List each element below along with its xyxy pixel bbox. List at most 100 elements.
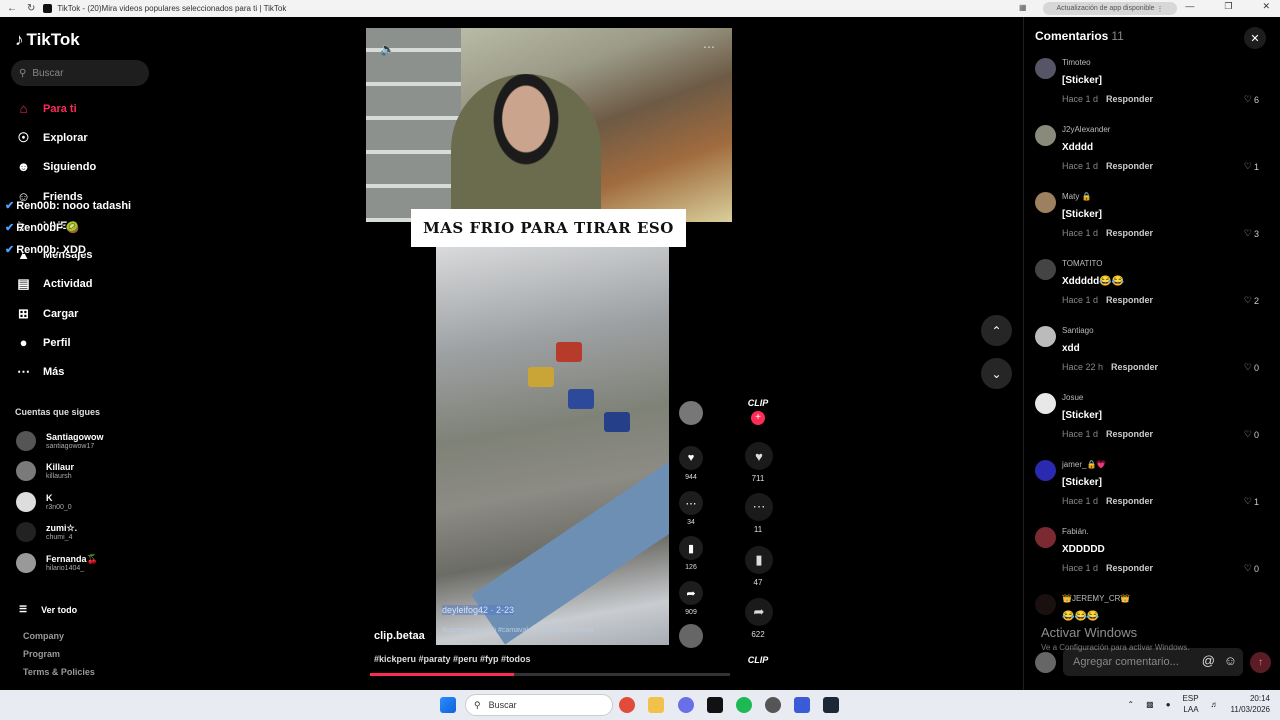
avatar[interactable] <box>1035 58 1056 79</box>
app-icon[interactable] <box>794 697 810 713</box>
search-input[interactable]: ⚲ Buscar <box>11 60 149 86</box>
chrome-icon[interactable] <box>619 697 635 713</box>
music-disc[interactable]: CLIP <box>745 655 771 665</box>
comment-item: 👑JEREMY_CR👑 😂😂😂 <box>1035 594 1271 624</box>
update-available-button[interactable]: Actualización de app disponible ⋮ <box>1043 2 1177 15</box>
comment-user[interactable]: Santiago <box>1062 326 1094 335</box>
settings-icon[interactable] <box>765 697 781 713</box>
music-channel-label: CLIP <box>747 655 769 665</box>
network-icon[interactable]: ▩ <box>1146 700 1154 709</box>
mention-icon[interactable]: @ <box>1202 653 1215 668</box>
reply-button[interactable]: Responder <box>1106 496 1153 506</box>
reply-button[interactable]: Responder <box>1106 228 1153 238</box>
comment-like-button[interactable]: ♡ 0 <box>1244 429 1259 440</box>
nav-item-explorar[interactable]: ☉ Explorar <box>15 129 88 146</box>
follow-plus-icon[interactable]: + <box>751 411 765 425</box>
nav-item-cargar[interactable]: ⊞ Cargar <box>15 305 78 322</box>
comment-user[interactable]: 👑JEREMY_CR👑 <box>1062 594 1130 603</box>
tiktok-app-icon[interactable] <box>707 697 723 713</box>
avatar[interactable] <box>1035 326 1056 347</box>
inner-video-tags: #cajamarca_perú #camavales#viraltiktok #… <box>442 627 595 634</box>
avatar[interactable] <box>1035 192 1056 213</box>
back-icon[interactable]: ← <box>7 3 17 14</box>
comment-like-button[interactable]: ♡ 6 <box>1244 94 1259 105</box>
following-account[interactable]: Killaur killaursh <box>16 461 74 481</box>
nav-item-para-ti[interactable]: ⌂ Para ti <box>15 100 77 117</box>
tiktok-logo[interactable]: ♪ TikTok <box>15 30 80 50</box>
translate-icon[interactable]: ▦ <box>1019 3 1027 12</box>
chevron-up-icon[interactable]: ⌃ <box>1127 700 1134 709</box>
footer-company-link[interactable]: Company <box>23 631 64 641</box>
discord-icon[interactable] <box>678 697 694 713</box>
save-button[interactable]: ▮ 47 <box>745 546 773 587</box>
language-indicator[interactable]: ESP LAA <box>1183 693 1199 715</box>
video-hashtags[interactable]: #kickperu #paraty #peru #fyp #todos <box>374 654 531 664</box>
comment-meta: Hace 1 d Responder <box>1062 228 1153 238</box>
reply-button[interactable]: Responder <box>1106 94 1153 104</box>
video-author[interactable]: clip.betaa <box>374 630 425 642</box>
comment-user[interactable]: Josue <box>1062 393 1083 402</box>
comment-like-button[interactable]: ♡ 2 <box>1244 295 1259 306</box>
reply-button[interactable]: Responder <box>1106 429 1153 439</box>
close-comments-button[interactable]: ✕ <box>1244 27 1266 49</box>
volume-icon[interactable]: 🔈 <box>380 42 395 56</box>
speaker-icon[interactable]: ♬ <box>1211 700 1219 709</box>
comment-user[interactable]: Maty 🔒 <box>1062 192 1092 201</box>
comment-like-button[interactable]: ♡ 1 <box>1244 161 1259 172</box>
following-account[interactable]: Santiagowow santiagowow17 <box>16 431 104 451</box>
see-all-button[interactable]: ☰ Ver todo <box>19 604 77 615</box>
following-account[interactable]: zumi☆. chumi_4 <box>16 522 77 542</box>
comment-user[interactable]: Timoteo <box>1062 58 1091 67</box>
reload-icon[interactable]: ↻ <box>27 3 35 14</box>
comment-like-count: 3 <box>1253 228 1259 239</box>
nav-item-perfil[interactable]: ● Perfil <box>15 334 71 351</box>
spotify-icon[interactable] <box>736 697 752 713</box>
avatar[interactable] <box>1035 594 1056 615</box>
send-comment-button[interactable]: ↑ <box>1250 651 1271 673</box>
avatar[interactable] <box>1035 259 1056 280</box>
comment-like-button[interactable]: ♡ 0 <box>1244 362 1259 373</box>
reply-button[interactable]: Responder <box>1111 362 1158 372</box>
comment-user[interactable]: J2yAlexander <box>1062 125 1110 134</box>
footer-terms-link[interactable]: Terms & Policies <box>23 667 95 677</box>
video-progress-bar[interactable] <box>370 673 730 676</box>
more-options-icon[interactable]: ⋯ <box>703 40 715 54</box>
steam-icon[interactable] <box>823 697 839 713</box>
previous-video-button[interactable]: ⌃ <box>981 315 1012 346</box>
file-explorer-icon[interactable] <box>648 697 664 713</box>
comment-like-button[interactable]: ♡ 1 <box>1244 496 1259 507</box>
clock[interactable]: 20:14 11/03/2026 <box>1231 693 1270 715</box>
next-video-button[interactable]: ⌄ <box>981 358 1012 389</box>
close-window-icon[interactable]: ✕ <box>1262 1 1270 12</box>
emoji-icon[interactable]: ☺ <box>1224 653 1237 668</box>
comment-like-button[interactable]: ♡ 0 <box>1244 563 1259 574</box>
avatar[interactable] <box>1035 393 1056 414</box>
reply-button[interactable]: Responder <box>1106 161 1153 171</box>
following-account[interactable]: Fernanda🍒 hilario1404_ <box>16 553 98 573</box>
maximize-icon[interactable]: ❐ <box>1224 1 1232 12</box>
microphone-icon[interactable]: ● <box>1166 700 1171 709</box>
footer-program-link[interactable]: Program <box>23 649 60 659</box>
nav-item-mas[interactable]: ⋯ Más <box>15 363 64 380</box>
taskbar-search[interactable]: ⚲ Buscar <box>465 694 613 716</box>
comment-user[interactable]: jamer_🔒💗 <box>1062 460 1106 469</box>
nav-item-actividad[interactable]: ▤ Actividad <box>15 275 92 292</box>
avatar[interactable] <box>1035 527 1056 548</box>
comment-input[interactable]: Agregar comentario... @ ☺ <box>1063 648 1243 676</box>
comment-user[interactable]: Fabián. <box>1062 527 1089 536</box>
avatar[interactable] <box>1035 460 1056 481</box>
following-account[interactable]: Kr3n00_0 <box>16 492 72 512</box>
nav-item-siguiendo[interactable]: ☻ Siguiendo <box>15 158 97 175</box>
minimize-icon[interactable]: — <box>1185 1 1194 12</box>
comment-button[interactable]: ⋯ 11 <box>745 493 773 534</box>
avatar[interactable] <box>1035 125 1056 146</box>
channel-avatar[interactable]: CLIP + <box>745 398 771 425</box>
reply-button[interactable]: Responder <box>1106 295 1153 305</box>
reply-button[interactable]: Responder <box>1106 563 1153 573</box>
video-player[interactable]: 🔈 ⋯ deyleifog42 · 2-23 #cajamarca_perú #… <box>366 28 732 678</box>
comment-user[interactable]: TOMATITO <box>1062 259 1102 268</box>
share-button[interactable]: ➦ 622 <box>745 598 773 639</box>
comment-like-button[interactable]: ♡ 3 <box>1244 228 1259 239</box>
like-button[interactable]: ♥ 711 <box>745 442 773 483</box>
windows-start-icon[interactable] <box>440 697 456 713</box>
